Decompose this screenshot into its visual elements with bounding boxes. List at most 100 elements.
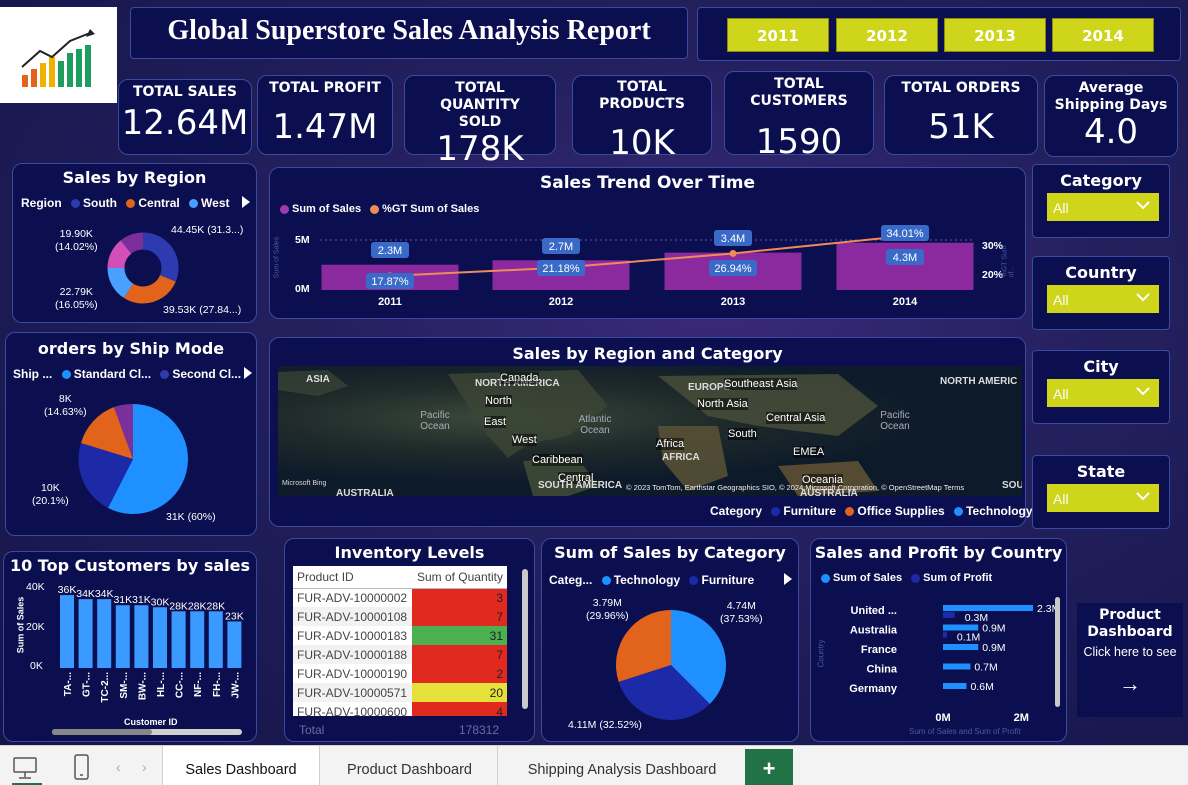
slicer-title: Country <box>1065 263 1137 282</box>
x-tick-label: CC-... <box>175 672 186 698</box>
orders-by-shipmode-card: orders by Ship Mode Ship ... Standard Cl… <box>5 332 257 536</box>
page-title: Global Superstore Sales Analysis Report <box>167 15 651 46</box>
svg-text:2.3M: 2.3M <box>378 245 402 257</box>
year-2013-button[interactable]: 2013 <box>944 18 1046 52</box>
horizontal-scrollbar[interactable] <box>52 729 242 735</box>
x-tick-label: BW-... <box>137 672 148 700</box>
customer-bar <box>134 605 149 668</box>
shipmode-label-a: 8K (14.63%) <box>44 393 87 419</box>
category-dropdown[interactable]: All <box>1047 193 1159 221</box>
product-id-cell: FUR-ADV-10000600 <box>297 704 408 717</box>
nav-title: Product Dashboard <box>1087 607 1173 640</box>
category-label-off: 3.79M (29.96%) <box>586 597 629 623</box>
customer-bar <box>60 595 74 668</box>
top-customers-bar-chart: 36K TA-... 34K GT-... 34K TC-2... 31K SM-... 31K… <box>58 584 244 702</box>
scroll-right-icon[interactable]: › <box>142 759 147 775</box>
legend-dot <box>71 199 81 209</box>
table-row[interactable]: FUR-ADV-10000183 31 <box>293 626 507 645</box>
map-label: South <box>728 428 757 440</box>
map-canvas[interactable]: ASIA NORTH AMERICA Canada North East Wes… <box>278 366 1022 496</box>
chart-logo-icon <box>21 29 95 87</box>
city-dropdown[interactable]: All <box>1047 379 1159 407</box>
kpi-label: TOTAL PRODUCTS <box>599 79 685 112</box>
kpi-total-profit: TOTAL PROFIT 1.47M <box>257 75 393 155</box>
legend-next-icon[interactable] <box>242 196 250 208</box>
map-legend: Category Furniture Office Supplies Techn… <box>710 504 1033 518</box>
total-value: 178312 <box>459 723 500 737</box>
quantity-cell: 31 <box>412 626 507 645</box>
country-bar-chart: United ... 2.3M0.3MAustralia 0.9M0.1MFranc… <box>849 603 1060 724</box>
bing-logo: Microsoft Bing <box>282 480 327 487</box>
kpi-label: Average Shipping Days <box>1054 80 1168 113</box>
vertical-scrollbar[interactable] <box>522 569 528 709</box>
x-tick-label: 2014 <box>893 296 918 308</box>
sales-bar <box>943 683 967 689</box>
kpi-label: TOTAL CUSTOMERS <box>750 76 848 109</box>
bar-data-label: 28K <box>169 600 188 612</box>
country-slicer: Country All <box>1032 256 1170 330</box>
table-row[interactable]: FUR-ADV-10000002 3 <box>293 588 507 607</box>
bar-data-label: 28K <box>188 600 207 612</box>
vertical-scrollbar[interactable] <box>1055 597 1060 707</box>
x-tick-label: FH-... <box>212 672 223 697</box>
quantity-cell: 7 <box>412 645 507 664</box>
tab-shipping-analysis-dashboard[interactable]: Shipping Analysis Dashboard <box>500 746 744 785</box>
year-2012-button[interactable]: 2012 <box>836 18 938 52</box>
svg-text:17.87%: 17.87% <box>371 276 409 288</box>
scroll-left-icon[interactable]: ‹ <box>116 759 121 775</box>
table-row[interactable]: FUR-ADV-10000571 20 <box>293 683 507 702</box>
tab-sales-dashboard[interactable]: Sales Dashboard <box>162 746 320 785</box>
kpi-value: 4.0 <box>1083 112 1139 152</box>
sales-data-label: 4.3M <box>886 249 924 265</box>
pct-data-label: 17.87% <box>366 273 414 289</box>
logo <box>0 7 117 103</box>
dashboard-canvas: Global Superstore Sales Analysis Report … <box>0 0 1188 745</box>
bar-data-label: 36K <box>58 584 77 596</box>
map-label: Canada <box>500 372 539 384</box>
customer-bar <box>190 611 205 668</box>
inventory-levels-card: Inventory Levels Product ID Sum of Quant… <box>284 538 535 742</box>
scrollbar-thumb[interactable] <box>52 729 152 735</box>
product-dashboard-nav-button[interactable]: Product Dashboard Click here to see → <box>1077 603 1183 717</box>
column-header[interactable]: Sum of Quantity <box>412 566 507 588</box>
quantity-cell: 3 <box>412 588 507 607</box>
customer-bar <box>153 607 167 668</box>
bar-data-label: 28K <box>206 600 225 612</box>
desktop-view-icon[interactable] <box>12 754 42 784</box>
table-row[interactable]: FUR-ADV-10000188 7 <box>293 645 507 664</box>
year-2011-button[interactable]: 2011 <box>727 18 829 52</box>
country-dropdown[interactable]: All <box>1047 285 1159 313</box>
map-attribution[interactable]: © 2023 TomTom, Earthstar Geographics SIO… <box>626 483 964 492</box>
mobile-view-icon[interactable] <box>72 753 92 783</box>
table-row[interactable]: FUR-ADV-10000600 4 <box>293 702 507 716</box>
add-sheet-button[interactable]: + <box>745 749 793 785</box>
inventory-table-wrap: Product ID Sum of Quantity FUR-ADV-10000… <box>293 566 507 716</box>
pct-data-label: 34.01% <box>881 225 929 241</box>
svg-text:4.3M: 4.3M <box>893 252 917 264</box>
svg-text:2.7M: 2.7M <box>549 241 573 253</box>
x-tick-label: HL-... <box>156 672 167 697</box>
map-label: SOU <box>1002 480 1022 491</box>
kpi-total-customers: TOTAL CUSTOMERS 1590 <box>724 71 874 162</box>
state-dropdown[interactable]: All <box>1047 484 1159 512</box>
x-tick-label: NF-... <box>193 672 204 697</box>
kpi-avg-shipping-days: Average Shipping Days 4.0 <box>1044 75 1178 157</box>
table-row[interactable]: FUR-ADV-10000190 2 <box>293 664 507 683</box>
bar-data-label: 31K <box>132 594 151 606</box>
total-label: Total <box>299 723 325 737</box>
profit-bar <box>943 612 955 618</box>
label-pct: (20.1%) <box>32 495 69 507</box>
customer-bar <box>97 599 112 668</box>
kpi-total-orders: TOTAL ORDERS 51K <box>884 75 1038 155</box>
map-label: Caribbean <box>532 454 583 466</box>
pct-data-label: 21.18% <box>537 260 585 276</box>
inventory-table: Product ID Sum of Quantity FUR-ADV-10000… <box>293 566 507 716</box>
year-2014-button[interactable]: 2014 <box>1052 18 1154 52</box>
column-header[interactable]: Product ID <box>293 566 412 588</box>
pct-data-label: 26.94% <box>709 260 757 276</box>
tab-product-dashboard[interactable]: Product Dashboard <box>322 746 498 785</box>
kpi-value: 178K <box>436 129 524 169</box>
label-value: 4.74M <box>726 600 756 612</box>
table-row[interactable]: FUR-ADV-10000108 7 <box>293 607 507 626</box>
legend-item: Furniture <box>783 504 837 518</box>
